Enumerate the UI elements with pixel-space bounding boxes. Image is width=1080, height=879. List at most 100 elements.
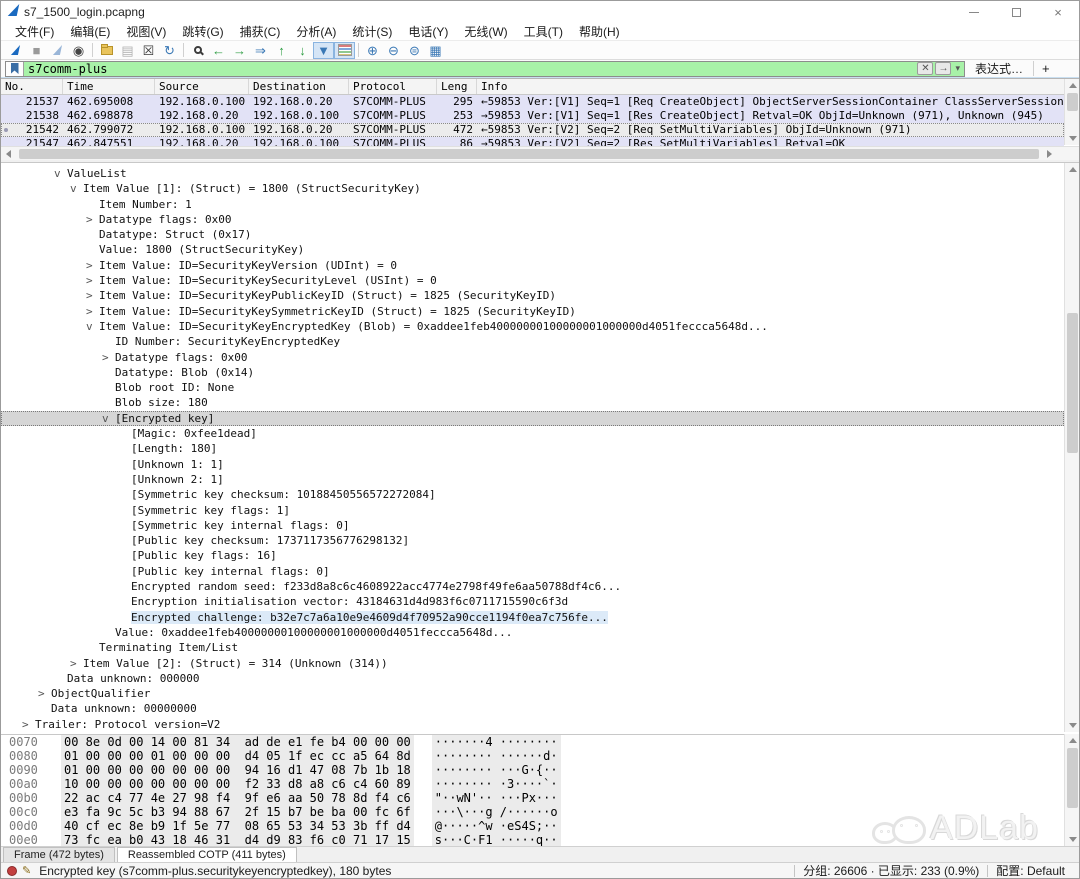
- hex-row[interactable]: 00e073 fc ea b0 43 18 46 31 d4 d9 83 f6 …: [1, 833, 1079, 846]
- detail-tree-item[interactable]: Encryption initialisation vector: 431846…: [1, 594, 1064, 609]
- filter-dropdown-caret[interactable]: ▾: [953, 63, 962, 74]
- scrollbar-thumb[interactable]: [1067, 313, 1078, 453]
- detail-tree-item[interactable]: Encrypted random seed: f233d8a8c6c460892…: [1, 579, 1064, 594]
- detail-tree-item[interactable]: Blob size: 180: [1, 395, 1064, 410]
- filter-apply-button[interactable]: →: [935, 62, 951, 75]
- hex-ascii[interactable]: ·······4 ········: [432, 735, 561, 749]
- goto-packet-icon[interactable]: ⇒: [250, 42, 271, 59]
- hex-ascii[interactable]: ········ ······d·: [432, 749, 561, 763]
- hex-ascii[interactable]: @·····^w ·eS4S;··: [432, 819, 561, 833]
- detail-tree-item[interactable]: Data unknown: 000000: [1, 671, 1064, 686]
- detail-tree-item[interactable]: Terminating Item/List: [1, 640, 1064, 655]
- minimize-button[interactable]: [953, 1, 995, 23]
- detail-tree-item[interactable]: >ObjectQualifier: [1, 686, 1064, 701]
- detail-tree-item[interactable]: [Unknown 2: 1]: [1, 472, 1064, 487]
- byte-view-tab-2[interactable]: Reassembled COTP (411 bytes): [117, 847, 297, 862]
- column-header-leng[interactable]: Leng: [437, 79, 477, 94]
- hex-bytes[interactable]: e3 fa 9c 5c b3 94 88 67 2f 15 b7 be ba 0…: [61, 805, 414, 819]
- start-capture-icon[interactable]: [5, 42, 26, 59]
- scroll-down-icon[interactable]: [1065, 719, 1080, 732]
- colorize-icon[interactable]: [334, 42, 355, 59]
- stop-capture-icon[interactable]: ■: [26, 42, 47, 59]
- hex-ascii[interactable]: "··wN'·· ···Px···: [432, 791, 561, 805]
- packet-list-vertical-scrollbar[interactable]: [1064, 79, 1079, 145]
- detail-tree-item[interactable]: Datatype: Struct (0x17): [1, 227, 1064, 242]
- hex-bytes[interactable]: 01 00 00 00 01 00 00 00 d4 05 1f ec cc a…: [61, 749, 414, 763]
- hex-row[interactable]: 00a010 00 00 00 00 00 00 00 f2 33 d8 a8 …: [1, 777, 1079, 791]
- detail-tree-item[interactable]: [Magic: 0xfee1dead]: [1, 426, 1064, 441]
- detail-tree-item[interactable]: [Unknown 1: 1]: [1, 457, 1064, 472]
- column-header-destination[interactable]: Destination: [249, 79, 349, 94]
- menu-item-10[interactable]: 工具(T): [516, 23, 571, 40]
- hex-row[interactable]: 008001 00 00 00 01 00 00 00 d4 05 1f ec …: [1, 749, 1079, 763]
- column-header-time[interactable]: Time: [63, 79, 155, 94]
- display-filter-input[interactable]: s7comm-plus ✕ → ▾: [5, 61, 965, 77]
- capture-options-icon[interactable]: ◉: [68, 42, 89, 59]
- scroll-up-icon[interactable]: [1065, 79, 1079, 92]
- expanded-arrow-icon[interactable]: v: [70, 181, 83, 196]
- hex-bytes[interactable]: 40 cf ec 8e b9 1f 5e 77 08 65 53 34 53 3…: [61, 819, 414, 833]
- menu-item-3[interactable]: 视图(V): [118, 23, 174, 40]
- detail-tree-item[interactable]: vItem Value: ID=SecurityKeyEncryptedKey …: [1, 319, 1064, 334]
- packet-list-header[interactable]: No.TimeSourceDestinationProtocolLengInfo: [1, 79, 1079, 95]
- restart-capture-icon[interactable]: [47, 42, 68, 59]
- detail-tree-item[interactable]: >Datatype flags: 0x00: [1, 212, 1064, 227]
- close-file-icon[interactable]: ☒: [138, 42, 159, 59]
- collapsed-arrow-icon[interactable]: >: [86, 288, 99, 303]
- expanded-arrow-icon[interactable]: v: [86, 319, 99, 334]
- detail-tree-item[interactable]: [Length: 180]: [1, 441, 1064, 456]
- zoom-out-icon[interactable]: ⊖: [383, 42, 404, 59]
- bytes-vertical-scrollbar[interactable]: [1064, 734, 1079, 846]
- collapsed-arrow-icon[interactable]: >: [86, 304, 99, 319]
- hex-row[interactable]: 00b022 ac c4 77 4e 27 98 f4 9f e6 aa 50 …: [1, 791, 1079, 805]
- menu-item-8[interactable]: 电话(Y): [400, 23, 456, 40]
- zoom-reset-icon[interactable]: ⊜: [404, 42, 425, 59]
- status-profile[interactable]: 配置: Default: [996, 862, 1065, 879]
- menu-item-1[interactable]: 文件(F): [7, 23, 62, 40]
- detail-tree-item[interactable]: >Trailer: Protocol version=V2: [1, 717, 1064, 732]
- capture-comment-icon[interactable]: ✎: [22, 864, 31, 877]
- scrollbar-thumb[interactable]: [19, 149, 1039, 159]
- menu-item-11[interactable]: 帮助(H): [571, 23, 628, 40]
- hex-ascii[interactable]: ········ ···G·{··: [432, 763, 561, 777]
- column-header-source[interactable]: Source: [155, 79, 249, 94]
- packet-row[interactable]: 21542462.799072192.168.0.100192.168.0.20…: [1, 123, 1064, 137]
- packet-row[interactable]: 21537462.695008192.168.0.100192.168.0.20…: [1, 95, 1064, 109]
- filter-bookmark-button[interactable]: [6, 62, 24, 76]
- hex-bytes[interactable]: 00 8e 0d 00 14 00 81 34 ad de e1 fe b4 0…: [61, 735, 414, 749]
- hex-ascii[interactable]: s···C·F1 ·····q··: [432, 833, 561, 846]
- last-packet-icon[interactable]: ↓: [292, 42, 313, 59]
- hex-bytes[interactable]: 01 00 00 00 00 00 00 00 94 16 d1 47 08 7…: [61, 763, 414, 777]
- detail-tree-item[interactable]: >Item Value [2]: (Struct) = 314 (Unknown…: [1, 656, 1064, 671]
- collapsed-arrow-icon[interactable]: >: [22, 717, 35, 732]
- details-vertical-scrollbar[interactable]: [1064, 163, 1079, 732]
- expanded-arrow-icon[interactable]: v: [102, 411, 115, 426]
- detail-tree-item[interactable]: [Public key internal flags: 0]: [1, 564, 1064, 579]
- zoom-in-icon[interactable]: ⊕: [362, 42, 383, 59]
- packet-list-horizontal-scrollbar[interactable]: [1, 146, 1079, 160]
- menu-item-2[interactable]: 编辑(E): [62, 23, 118, 40]
- column-header-info[interactable]: Info: [477, 79, 1079, 94]
- detail-tree-item[interactable]: Blob root ID: None: [1, 380, 1064, 395]
- collapsed-arrow-icon[interactable]: >: [102, 350, 115, 365]
- menu-item-9[interactable]: 无线(W): [456, 23, 515, 40]
- column-header-protocol[interactable]: Protocol: [349, 79, 437, 94]
- reload-file-icon[interactable]: ↻: [159, 42, 180, 59]
- scroll-up-icon[interactable]: [1065, 163, 1080, 176]
- detail-tree-item[interactable]: Data unknown: 00000000: [1, 701, 1064, 716]
- detail-tree-item[interactable]: [Symmetric key internal flags: 0]: [1, 518, 1064, 533]
- detail-tree-item[interactable]: Encrypted challenge: b32e7c7a6a10e9e4609…: [1, 610, 1064, 625]
- detail-tree-item[interactable]: >Datatype flags: 0x00: [1, 350, 1064, 365]
- packet-row[interactable]: 21538462.698878192.168.0.20192.168.0.100…: [1, 109, 1064, 123]
- detail-tree-item[interactable]: vItem Value [1]: (Struct) = 1800 (Struct…: [1, 181, 1064, 196]
- collapsed-arrow-icon[interactable]: >: [86, 258, 99, 273]
- detail-tree-item[interactable]: >Item Value: ID=SecurityKeyPublicKeyID (…: [1, 288, 1064, 303]
- detail-tree-item[interactable]: >Item Value: ID=SecurityKeySecurityLevel…: [1, 273, 1064, 288]
- next-packet-icon[interactable]: →: [229, 42, 250, 59]
- detail-tree-item[interactable]: >Item Value: ID=SecurityKeyVersion (UDIn…: [1, 258, 1064, 273]
- scrollbar-thumb[interactable]: [1067, 748, 1078, 808]
- collapsed-arrow-icon[interactable]: >: [86, 273, 99, 288]
- hex-bytes[interactable]: 10 00 00 00 00 00 00 00 f2 33 d8 a8 c6 c…: [61, 777, 414, 791]
- hex-ascii[interactable]: ········ ·3····`·: [432, 777, 561, 791]
- collapsed-arrow-icon[interactable]: >: [70, 656, 83, 671]
